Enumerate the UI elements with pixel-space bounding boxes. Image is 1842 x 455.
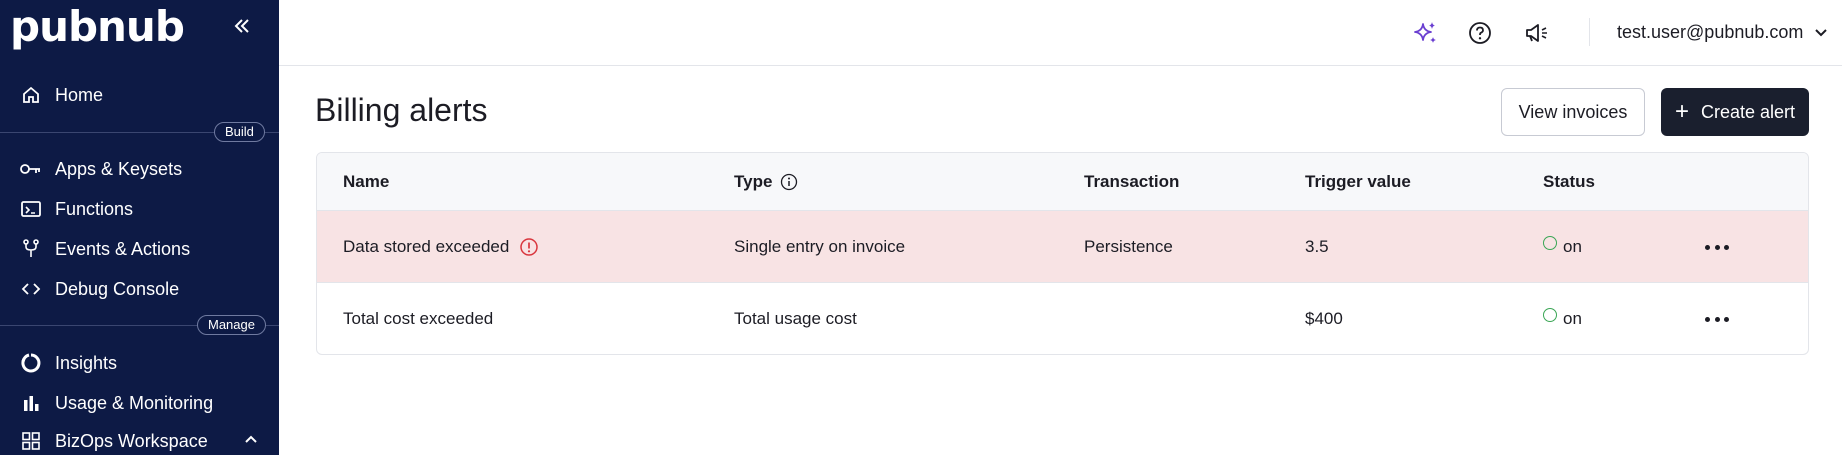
column-header-name: Name — [343, 172, 390, 191]
row-actions-menu-button[interactable] — [1705, 237, 1729, 257]
view-invoices-button[interactable]: View invoices — [1501, 88, 1645, 136]
topbar-separator — [1589, 18, 1590, 46]
cell-trigger-value: $400 — [1305, 309, 1343, 328]
top-bar: test.user@pubnub.com — [279, 0, 1842, 66]
table-row[interactable]: Data stored exceeded Single entry on inv… — [317, 211, 1808, 283]
column-header-status: Status — [1543, 172, 1595, 191]
column-header-trigger-value: Trigger value — [1305, 172, 1411, 191]
cell-trigger-value: 3.5 — [1305, 237, 1329, 256]
more-dot — [1705, 244, 1710, 250]
sidebar-item-functions[interactable]: Functions — [0, 192, 279, 226]
sidebar-item-home[interactable]: Home — [0, 78, 279, 112]
cell-type: Total usage cost — [734, 309, 857, 328]
sidebar-item-insights[interactable]: Insights — [0, 346, 279, 380]
sidebar-item-label: Apps & Keysets — [55, 158, 183, 179]
cell-status: on — [1543, 236, 1582, 257]
column-header-transaction: Transaction — [1084, 172, 1180, 191]
chevron-down-icon — [1815, 29, 1828, 37]
sparkle-icon — [1414, 22, 1436, 43]
status-on-icon — [1543, 308, 1557, 322]
billing-alerts-table: Name Type Transaction Trigger value Stat… — [316, 152, 1809, 355]
table-header: Name Type Transaction Trigger value Stat… — [317, 153, 1808, 211]
user-email: test.user@pubnub.com — [1617, 21, 1804, 42]
cell-name: Total cost exceeded — [343, 309, 494, 328]
sidebar-item-label: Functions — [55, 198, 134, 219]
create-alert-label: Create alert — [1700, 101, 1796, 122]
warning-info-icon[interactable] — [519, 237, 539, 257]
pubnub-logo[interactable]: pubnub — [10, 2, 185, 51]
more-dot — [1714, 244, 1720, 250]
section-badge-manage: Manage — [197, 315, 266, 335]
page-title: Billing alerts — [315, 92, 488, 128]
grid-icon — [20, 430, 42, 452]
sidebar-item-debug-console[interactable]: Debug Console — [0, 272, 279, 306]
sidebar-item-label: Insights — [55, 352, 118, 373]
sidebar-item-events-actions[interactable]: Events & Actions — [0, 232, 279, 266]
cell-name: Data stored exceeded — [343, 237, 539, 257]
sidebar-item-label: Usage & Monitoring — [55, 392, 214, 413]
collapse-sidebar-button[interactable] — [228, 12, 256, 40]
sidebar-item-label: Events & Actions — [55, 238, 191, 259]
help-button[interactable] — [1466, 19, 1494, 47]
home-icon — [20, 84, 42, 106]
status-on-icon — [1543, 236, 1557, 250]
sidebar: pubnub Home Build Apps & Keysets Functio… — [0, 0, 279, 455]
cell-status: on — [1543, 308, 1582, 329]
column-header-type: Type — [734, 172, 798, 192]
more-dot — [1724, 316, 1729, 322]
sidebar-item-usage-monitoring[interactable]: Usage & Monitoring — [0, 386, 279, 420]
donut-icon — [20, 352, 42, 374]
sidebar-item-label: Debug Console — [55, 278, 180, 299]
view-invoices-label: View invoices — [1518, 101, 1628, 122]
sidebar-item-label: Home — [55, 84, 104, 105]
announcements-button[interactable] — [1523, 19, 1551, 47]
ai-assistant-button[interactable] — [1412, 19, 1440, 47]
cell-type: Single entry on invoice — [734, 237, 906, 256]
bar-chart-icon — [20, 392, 42, 414]
section-badge-build: Build — [214, 122, 265, 142]
announcement-icon — [1526, 24, 1547, 42]
sidebar-item-label: BizOps Workspace — [55, 430, 208, 451]
cell-transaction: Persistence — [1084, 237, 1173, 256]
help-icon — [1469, 22, 1491, 44]
create-alert-button[interactable]: + Create alert — [1661, 88, 1809, 136]
table-row[interactable]: Total cost exceeded Total usage cost $40… — [317, 283, 1808, 354]
sidebar-item-apps-keysets[interactable]: Apps & Keysets — [0, 152, 279, 186]
code-icon — [20, 278, 42, 300]
key-icon — [20, 158, 42, 180]
plus-icon: + — [1674, 98, 1689, 125]
more-dot — [1705, 316, 1710, 322]
row-actions-menu-button[interactable] — [1705, 309, 1729, 329]
more-dot — [1724, 244, 1729, 250]
sidebar-item-bizops-workspace[interactable]: BizOps Workspace — [0, 424, 279, 455]
info-icon[interactable] — [780, 173, 798, 191]
user-menu[interactable]: test.user@pubnub.com — [1617, 20, 1829, 44]
more-dot — [1714, 316, 1720, 322]
fork-icon — [20, 238, 42, 260]
terminal-icon — [20, 198, 42, 220]
double-chevron-left-icon — [234, 19, 249, 33]
chevron-up-icon[interactable] — [243, 431, 259, 452]
